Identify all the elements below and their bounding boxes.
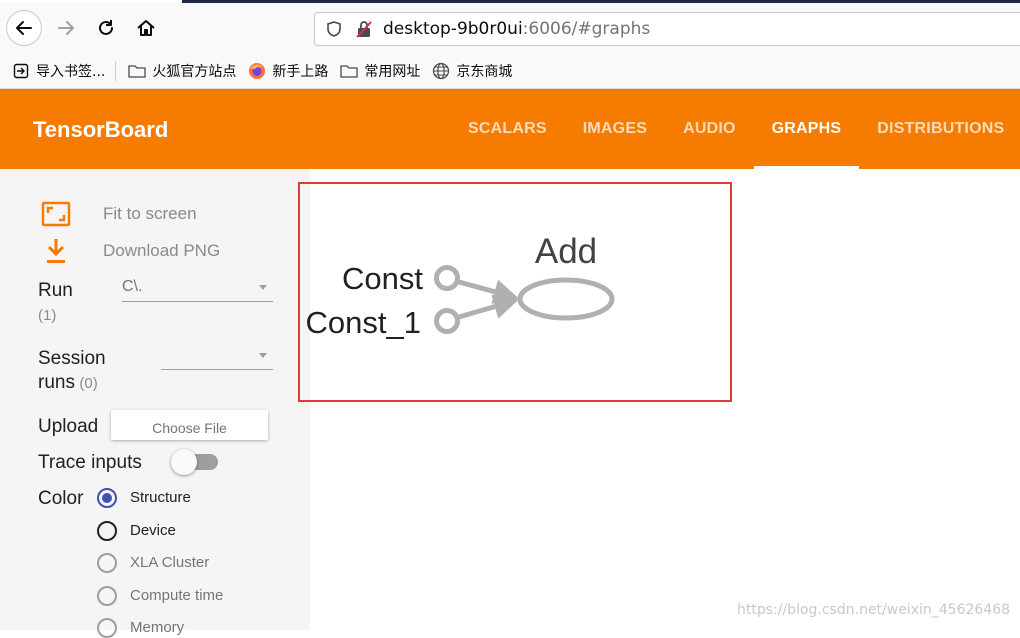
watermark-text: https://blog.csdn.net/weixin_45626468 xyxy=(737,602,1011,618)
highlight-box xyxy=(298,182,732,402)
